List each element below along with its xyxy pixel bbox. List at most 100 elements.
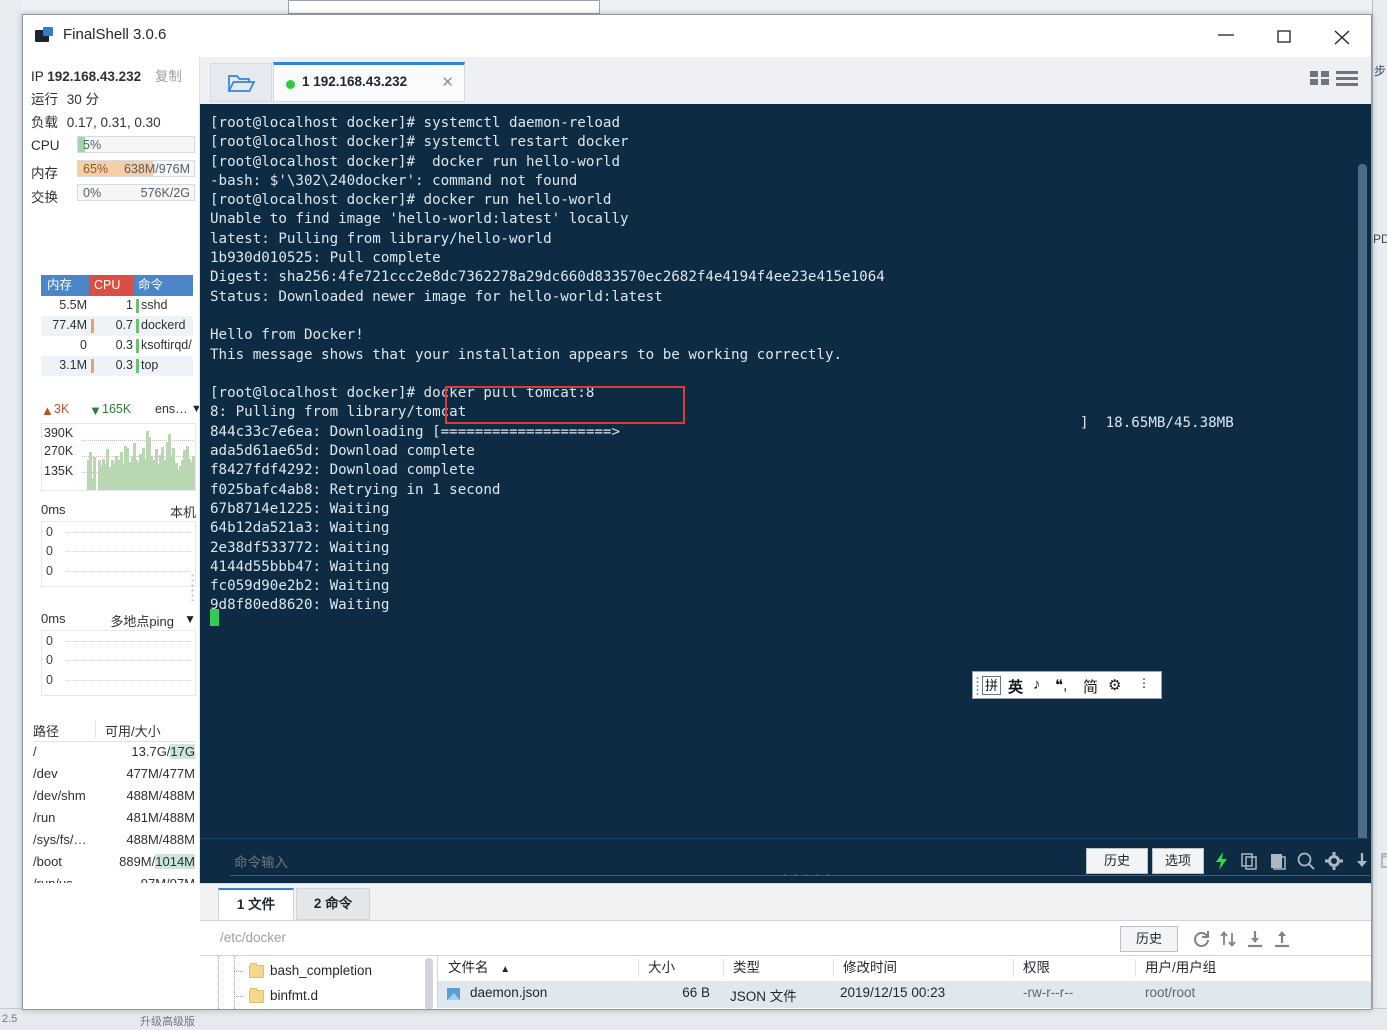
column-permissions[interactable]: 权限 [1013,956,1135,981]
terminal-scrollbar[interactable] [1358,164,1367,838]
process-table-header: 内存 CPU 命令 [41,275,193,296]
fullscreen-icon[interactable] [1380,851,1387,871]
column-type[interactable]: 类型 [723,956,833,981]
process-mem: 0 [80,338,87,352]
terminal-line: 2e38df533772: Waiting [210,539,390,556]
background-text-pd: PD [1373,232,1387,246]
ime-mode-key[interactable]: 拼 [982,676,1001,695]
file-type: JSON 文件 [730,989,797,1004]
table-row[interactable]: daemon.json 66 B JSON 文件 2019/12/15 00:2… [438,981,1371,1008]
command-history-button[interactable]: 历史 [1086,848,1148,874]
ime-simplified-icon[interactable]: 简 [1083,676,1098,697]
directory-tree[interactable]: bash_completionbinfmt.dchkconfig.d [200,956,437,1009]
net-y-label-1: 270K [44,444,74,458]
disk-row[interactable]: / 13.7G/17G [33,741,195,763]
copy-ip-button[interactable]: 复制 [155,69,182,84]
load-value: 0.17, 0.31, 0.30 [66,115,161,130]
open-folder-button[interactable] [210,63,272,102]
terminal-tab-label: 1 192.168.43.232 [302,74,408,89]
process-cmd: sshd [141,298,168,312]
panel-resize-grip[interactable] [191,573,194,601]
ime-toolbar[interactable]: 拼 英 ♪ ❝, 简 ⚙ ⋮ [972,671,1162,699]
path-bar: /etc/docker 历史 [200,920,1371,956]
disk-row[interactable]: /run/us… 97M/97M [33,873,195,883]
file-list[interactable]: 文件名 ▲ 大小 类型 修改时间 权限 用户/用户组 daemon.json 6… [437,956,1371,1009]
close-icon[interactable]: ✕ [441,73,454,91]
ip-label: IP [31,69,44,84]
tree-item[interactable]: bash_completion [200,960,437,985]
file-name: daemon.json [470,985,548,1000]
ping-multi-title[interactable]: 多地点ping [110,611,174,630]
disk-row[interactable]: /dev 477M/477M [33,763,195,785]
panel-splitter-handle[interactable]: · · · · · [783,869,832,881]
settings-gear-icon[interactable] [1324,851,1344,871]
terminal-line: Digest: sha256:4fe721ccc2e8dc7362278a29d… [210,269,885,286]
chevron-down-icon[interactable]: ▼ [191,403,199,415]
path-input[interactable]: /etc/docker [220,930,286,945]
terminal-tab-1[interactable]: 1 192.168.43.232 ✕ [273,62,465,102]
ping-local-y2: 0 [46,564,53,578]
process-col-cmd[interactable]: 命令 [133,275,193,296]
terminal-line: Unable to find image 'hello-world:latest… [210,211,629,228]
terminal-line: -bash: $'\302\240docker': command not fo… [210,172,578,189]
download-icon[interactable] [1245,929,1265,949]
path-history-button[interactable]: 历史 [1120,926,1178,952]
terminal-output[interactable]: [root@localhost docker]# systemctl daemo… [200,104,1371,838]
tab-commands[interactable]: 2 命令 [296,888,370,920]
disk-row[interactable]: /run 481M/488M [33,807,195,829]
column-modified[interactable]: 修改时间 [833,956,1013,981]
ping-multi-y1: 0 [46,653,53,667]
disk-row[interactable]: /sys/fs/… 488M/488M [33,829,195,851]
net-y-label-0: 390K [44,426,74,440]
ping-multi-latency: 0ms [41,611,66,626]
disk-path: /dev [33,766,58,781]
process-row[interactable]: 3.1M 0.3 top [41,356,193,376]
process-cmd: ksoftirqd/ [141,338,192,352]
lightning-icon[interactable] [1212,851,1232,871]
chevron-down-icon[interactable]: ▼ [184,612,196,626]
terminal-line: 1b930d010525: Pull complete [210,250,441,267]
column-size[interactable]: 大小 [638,956,723,981]
grid-view-button[interactable] [1309,69,1331,87]
minimize-button[interactable] [1197,15,1255,56]
list-view-button[interactable] [1335,69,1359,87]
close-button[interactable] [1313,15,1371,56]
process-col-cpu[interactable]: CPU [89,275,133,296]
ime-settings-gear-icon[interactable]: ⚙ [1108,676,1121,694]
background-window-right-strip: 步 PD [1372,0,1387,1030]
refresh-icon[interactable] [1191,929,1211,949]
ime-sound-icon[interactable]: ♪ [1033,676,1041,693]
net-interface-select[interactable]: ens… [155,402,188,416]
finalshell-window: FinalShell 3.0.6 IP 192.168.43.232 复制 运行… [22,14,1387,1010]
memory-percent: 65% [83,162,109,176]
command-options-button[interactable]: 选项 [1152,848,1204,874]
background-bottom-text-2: 升级高级版 [140,1016,195,1028]
maximize-button[interactable] [1255,15,1313,56]
copy-icon[interactable] [1240,851,1260,871]
command-input[interactable] [232,849,1076,875]
column-owner[interactable]: 用户/用户组 [1135,956,1295,981]
tab-files[interactable]: 1 文件 [218,888,294,920]
process-row[interactable]: 0 0.3 ksoftirqd/ [41,336,193,356]
upload-icon[interactable] [1272,929,1292,949]
uptime-value: 30 分 [66,92,100,107]
ime-punctuation-icon[interactable]: ❝, [1055,676,1067,694]
download-icon[interactable] [1352,851,1372,871]
process-col-mem[interactable]: 内存 [41,275,89,296]
disk-row[interactable]: /dev/shm 488M/488M [33,785,195,807]
disk-usage: 481M/488M [126,810,195,825]
tree-scrollbar[interactable] [425,958,433,1009]
tree-item[interactable]: binfmt.d [200,985,437,1009]
process-row[interactable]: 77.4M 0.7 dockerd [41,316,193,336]
sort-icon[interactable] [1218,929,1238,949]
process-cmd: top [141,358,159,372]
column-filename[interactable]: 文件名 ▲ [448,956,638,981]
process-row[interactable]: 5.5M 1 sshd [41,296,193,316]
terminal-line: [root@localhost docker]# docker run hell… [210,153,620,170]
paste-icon[interactable] [1268,851,1288,871]
ime-more-icon[interactable]: ⋮ [1138,676,1150,690]
ime-english-icon[interactable]: 英 [1008,676,1023,697]
drag-grip-icon[interactable] [976,676,979,696]
disk-row[interactable]: /boot 889M/1014M [33,851,195,873]
search-icon[interactable] [1296,851,1316,871]
